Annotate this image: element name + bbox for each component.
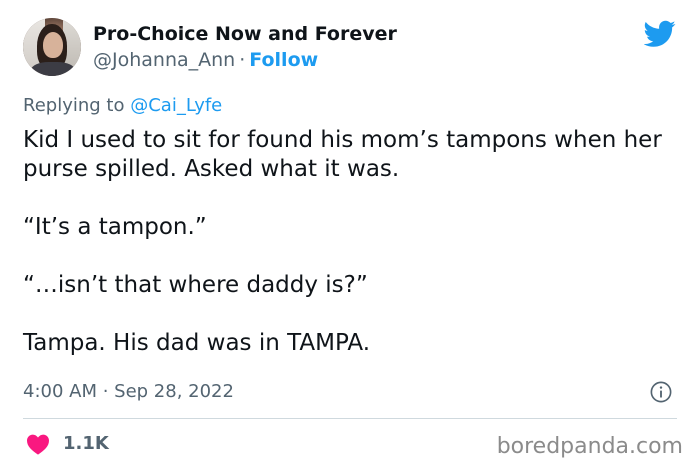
watermark: boredpanda.com — [496, 434, 683, 459]
separator: · — [239, 49, 246, 71]
tweet-paragraph: Kid I used to sit for found his mom’s ta… — [23, 127, 662, 182]
tweet-text: Kid I used to sit for found his mom’s ta… — [23, 126, 673, 358]
divider — [23, 418, 677, 419]
avatar-shirt — [31, 62, 75, 76]
handle-line: @Johanna_Ann · Follow — [93, 49, 318, 71]
tweet-paragraph: “It’s a tampon.” — [23, 214, 207, 240]
heart-icon[interactable] — [26, 433, 50, 455]
replying-to-label: Replying to — [23, 95, 125, 116]
tweet-timestamp[interactable]: 4:00 AM · Sep 28, 2022 — [23, 381, 234, 402]
tweet-paragraph: “…isn’t that where daddy is?” — [23, 272, 368, 298]
tweet-card: Pro-Choice Now and Forever @Johanna_Ann ·… — [0, 0, 700, 471]
replying-to: Replying to @Cai_Lyfe — [23, 95, 222, 116]
twitter-bird-icon[interactable] — [644, 20, 676, 48]
info-icon[interactable] — [650, 381, 672, 403]
avatar-face — [43, 32, 63, 58]
tweet-paragraph: Tampa. His dad was in TAMPA. — [23, 330, 370, 356]
follow-button[interactable]: Follow — [249, 49, 318, 71]
display-name[interactable]: Pro-Choice Now and Forever — [93, 23, 397, 45]
avatar[interactable] — [23, 18, 81, 76]
reply-mention-link[interactable]: @Cai_Lyfe — [130, 95, 222, 116]
user-handle[interactable]: @Johanna_Ann — [93, 49, 235, 71]
like-count[interactable]: 1.1K — [63, 433, 109, 454]
